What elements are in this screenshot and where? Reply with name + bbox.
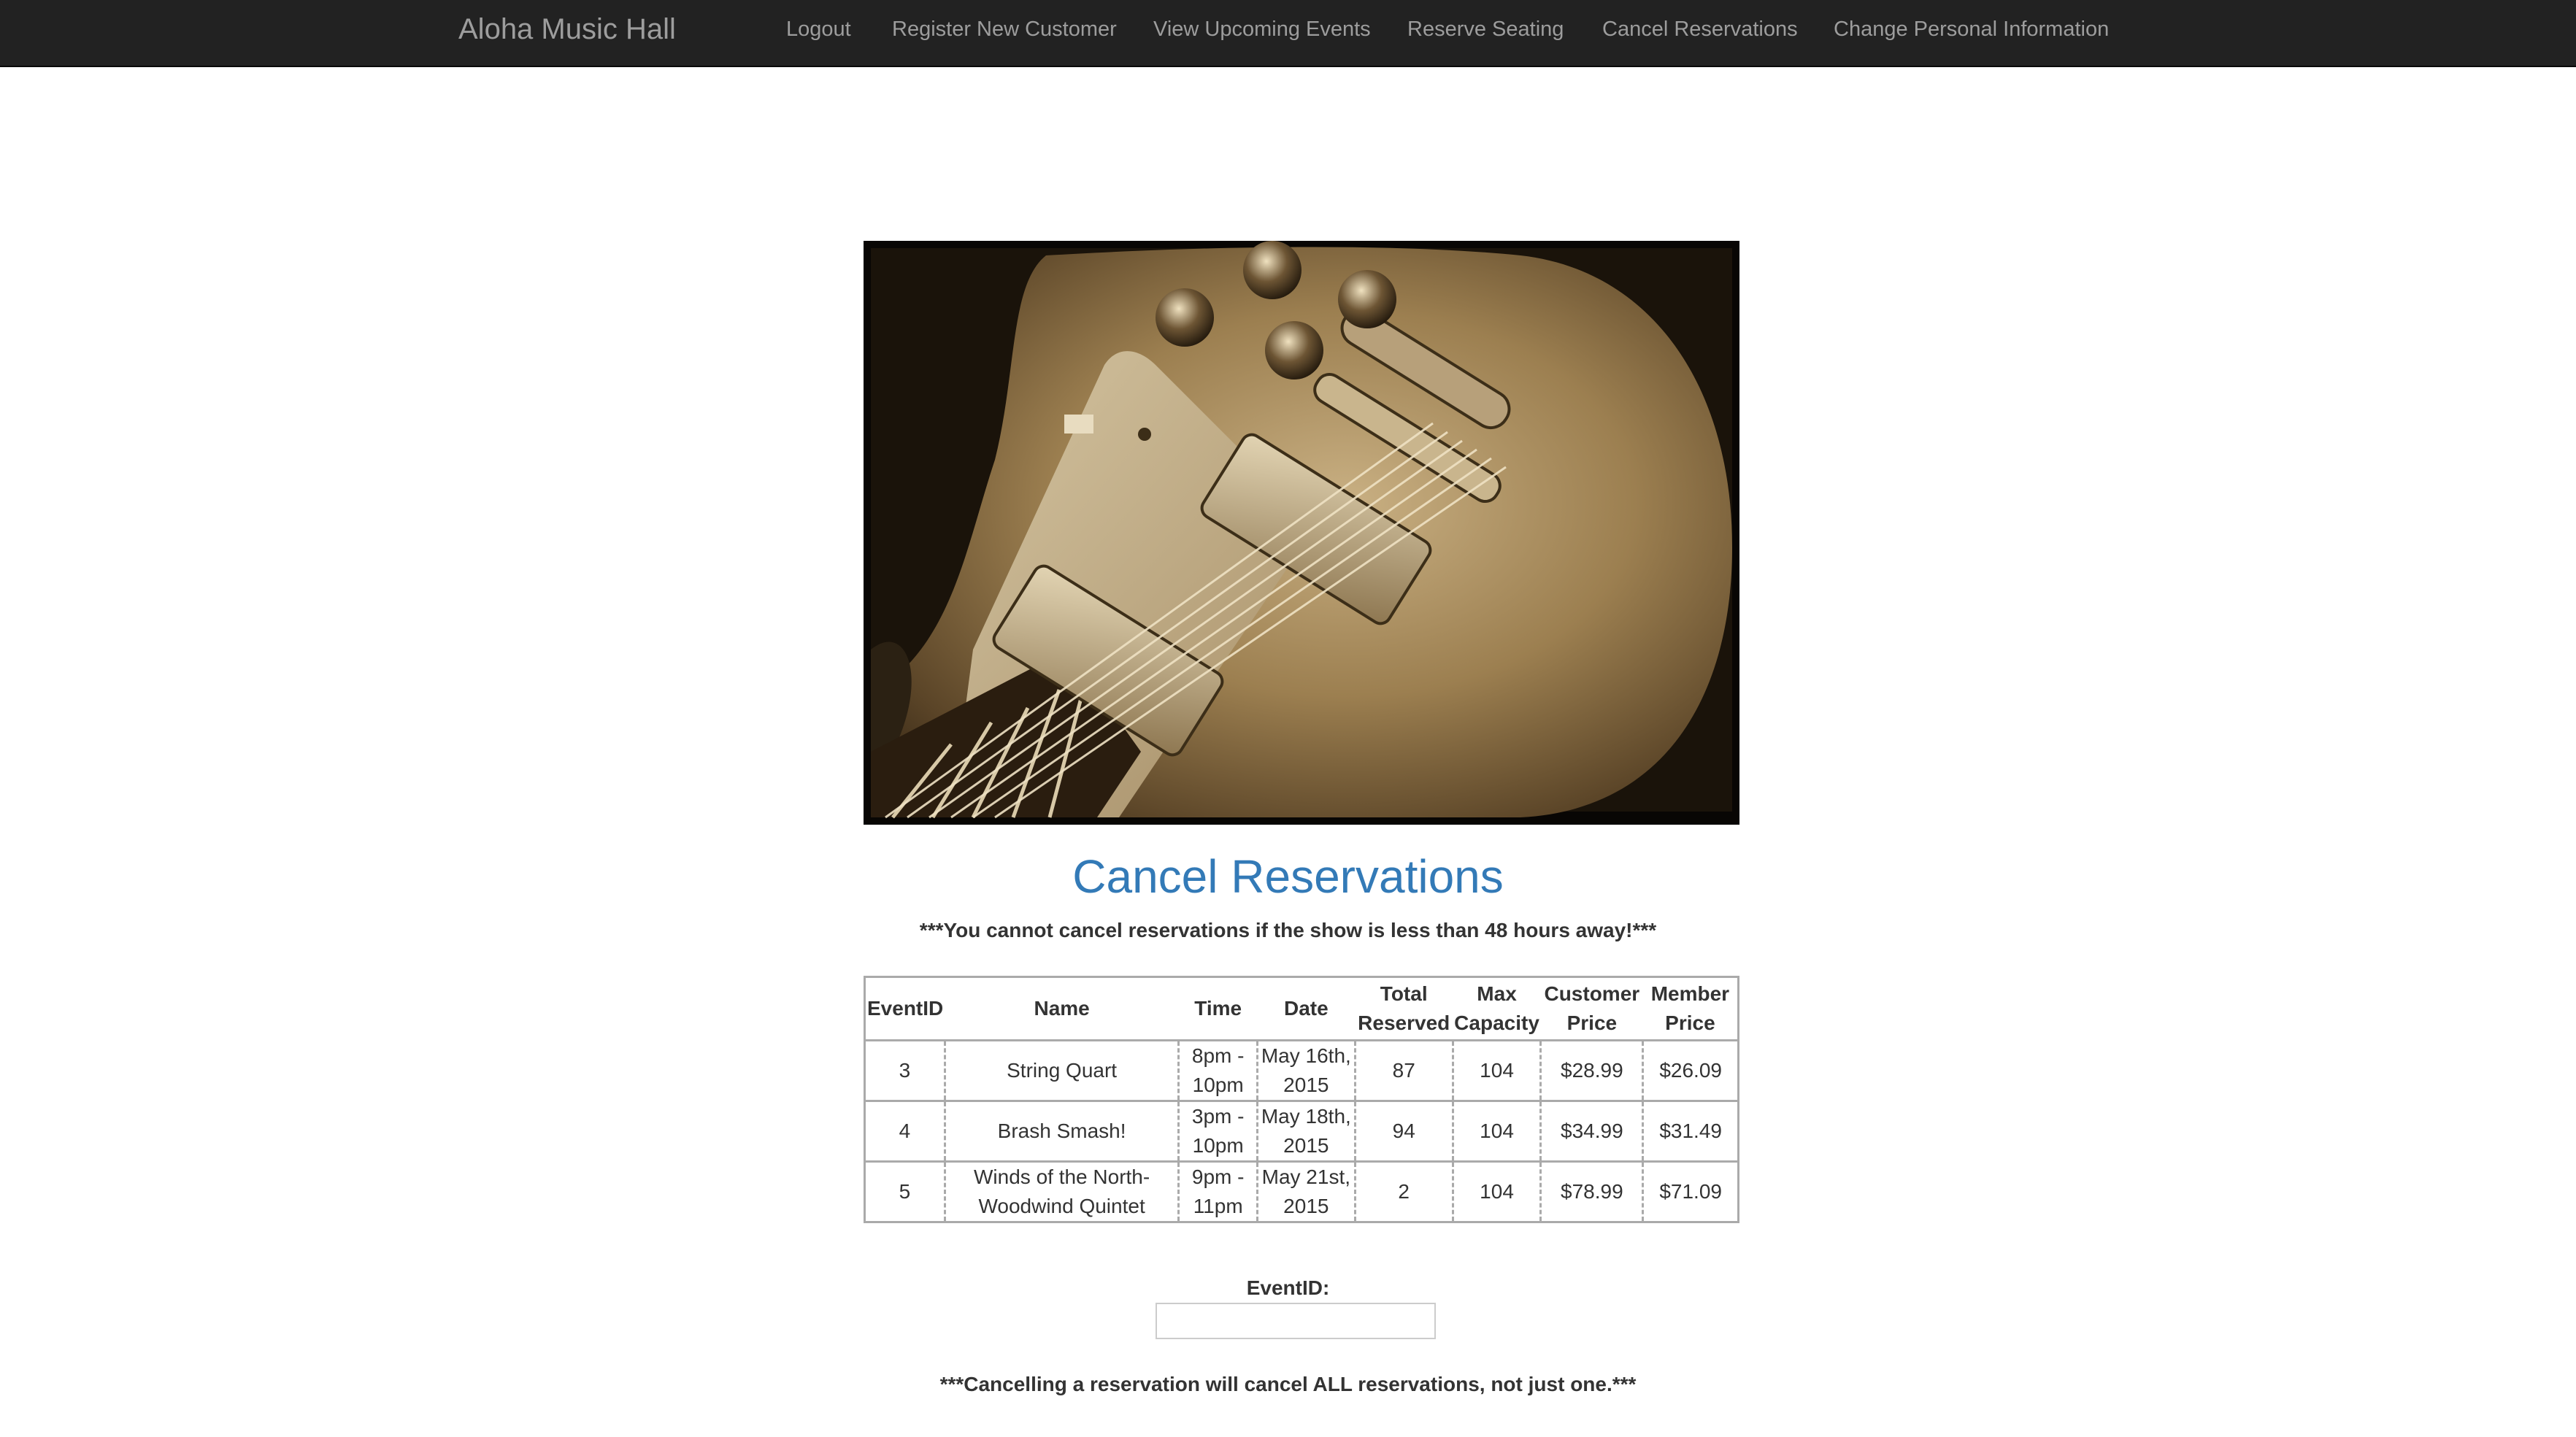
top-navbar: Aloha Music Hall Logout Register New Cus… [0, 0, 2576, 67]
warning-cancel-all: ***Cancelling a reservation will cancel … [939, 1373, 1637, 1395]
nav-change-personal-information[interactable]: Change Personal Information [1834, 18, 2109, 40]
cell-date: May 16th, 2015 [1256, 1040, 1356, 1102]
nav-reserve-seating[interactable]: Reserve Seating [1407, 18, 1564, 40]
col-header-customer-price: Customer Price [1540, 976, 1643, 1041]
col-header-member-price: Member Price [1642, 976, 1739, 1041]
table-row: 5 Winds of the North- Woodwind Quintet 9… [864, 1161, 1739, 1223]
warning-48-hours: ***You cannot cancel reservations if the… [919, 919, 1657, 941]
table-row: 3 String Quart 8pm - 10pm May 16th, 2015… [864, 1040, 1739, 1102]
cell-customer-price: $78.99 [1539, 1161, 1643, 1223]
cell-member-price: $71.09 [1642, 1161, 1739, 1223]
guitar-hero-image [864, 241, 1739, 825]
nav-cancel-reservations[interactable]: Cancel Reservations [1602, 18, 1798, 40]
table-row: 4 Brash Smash! 3pm - 10pm May 18th, 2015… [864, 1101, 1739, 1163]
nav-view-upcoming-events[interactable]: View Upcoming Events [1153, 18, 1371, 40]
col-header-eventid: EventID [864, 976, 945, 1041]
table-header-row: EventID Name Time Date Total Reserved Ma… [864, 976, 1739, 1041]
cell-max-capacity: 104 [1451, 1161, 1541, 1223]
nav-logout[interactable]: Logout [786, 18, 851, 40]
cell-eventid: 3 [864, 1040, 945, 1102]
col-header-date: Date [1257, 976, 1356, 1041]
cell-time: 9pm - 11pm [1177, 1161, 1258, 1223]
col-header-time: Time [1178, 976, 1258, 1041]
col-header-total-reserved: Total Reserved [1355, 976, 1453, 1041]
cell-eventid: 4 [864, 1101, 945, 1163]
cell-name: Winds of the North- Woodwind Quintet [943, 1161, 1179, 1223]
cell-date: May 21st, 2015 [1256, 1161, 1356, 1223]
page-title: Cancel Reservations [1072, 850, 1504, 903]
cell-name: Brash Smash! [943, 1101, 1179, 1163]
cell-eventid: 5 [864, 1161, 945, 1223]
brand-link[interactable]: Aloha Music Hall [458, 15, 676, 44]
events-table: EventID Name Time Date Total Reserved Ma… [864, 976, 1739, 1223]
cell-max-capacity: 104 [1451, 1101, 1541, 1163]
eventid-label: EventID: [1246, 1276, 1330, 1299]
cell-customer-price: $28.99 [1539, 1040, 1643, 1102]
cell-name: String Quart [943, 1040, 1179, 1102]
nav-register-new-customer[interactable]: Register New Customer [892, 18, 1117, 40]
cell-max-capacity: 104 [1451, 1040, 1541, 1102]
col-header-max-capacity: Max Capacity [1453, 976, 1541, 1041]
cell-total-reserved: 87 [1353, 1040, 1453, 1102]
eventid-input[interactable] [1156, 1303, 1436, 1339]
cell-total-reserved: 94 [1353, 1101, 1453, 1163]
cell-total-reserved: 2 [1353, 1161, 1453, 1223]
cell-member-price: $26.09 [1642, 1040, 1739, 1102]
cell-time: 3pm - 10pm [1177, 1101, 1258, 1163]
cell-customer-price: $34.99 [1539, 1101, 1643, 1163]
cell-member-price: $31.49 [1642, 1101, 1739, 1163]
cell-time: 8pm - 10pm [1177, 1040, 1258, 1102]
col-header-name: Name [945, 976, 1179, 1041]
cell-date: May 18th, 2015 [1256, 1101, 1356, 1163]
